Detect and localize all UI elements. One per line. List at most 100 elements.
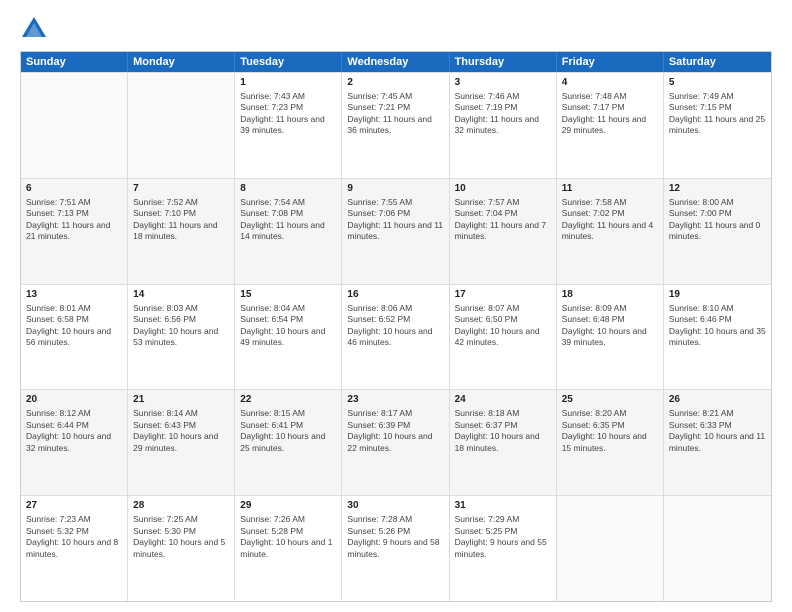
calendar-cell: 1Sunrise: 7:43 AMSunset: 7:23 PMDaylight… bbox=[235, 73, 342, 178]
cell-info: Sunrise: 7:28 AMSunset: 5:26 PMDaylight:… bbox=[347, 514, 443, 560]
calendar-body: 1Sunrise: 7:43 AMSunset: 7:23 PMDaylight… bbox=[21, 72, 771, 601]
day-number: 29 bbox=[240, 499, 336, 513]
calendar: SundayMondayTuesdayWednesdayThursdayFrid… bbox=[20, 51, 772, 602]
day-number: 13 bbox=[26, 288, 122, 302]
day-number: 14 bbox=[133, 288, 229, 302]
cell-info: Sunrise: 8:18 AMSunset: 6:37 PMDaylight:… bbox=[455, 408, 551, 454]
calendar-cell: 9Sunrise: 7:55 AMSunset: 7:06 PMDaylight… bbox=[342, 179, 449, 284]
calendar-week-4: 20Sunrise: 8:12 AMSunset: 6:44 PMDayligh… bbox=[21, 389, 771, 495]
calendar-cell bbox=[557, 496, 664, 601]
calendar-cell: 29Sunrise: 7:26 AMSunset: 5:28 PMDayligh… bbox=[235, 496, 342, 601]
calendar-cell: 7Sunrise: 7:52 AMSunset: 7:10 PMDaylight… bbox=[128, 179, 235, 284]
cell-info: Sunrise: 7:51 AMSunset: 7:13 PMDaylight:… bbox=[26, 197, 122, 243]
calendar-cell: 27Sunrise: 7:23 AMSunset: 5:32 PMDayligh… bbox=[21, 496, 128, 601]
day-number: 21 bbox=[133, 393, 229, 407]
logo-icon bbox=[20, 15, 48, 43]
day-number: 7 bbox=[133, 182, 229, 196]
calendar-cell: 31Sunrise: 7:29 AMSunset: 5:25 PMDayligh… bbox=[450, 496, 557, 601]
day-number: 1 bbox=[240, 76, 336, 90]
day-header-wednesday: Wednesday bbox=[342, 52, 449, 72]
cell-info: Sunrise: 7:49 AMSunset: 7:15 PMDaylight:… bbox=[669, 91, 766, 137]
day-header-friday: Friday bbox=[557, 52, 664, 72]
cell-info: Sunrise: 7:48 AMSunset: 7:17 PMDaylight:… bbox=[562, 91, 658, 137]
day-number: 5 bbox=[669, 76, 766, 90]
calendar-cell: 15Sunrise: 8:04 AMSunset: 6:54 PMDayligh… bbox=[235, 285, 342, 390]
cell-info: Sunrise: 7:46 AMSunset: 7:19 PMDaylight:… bbox=[455, 91, 551, 137]
cell-info: Sunrise: 7:57 AMSunset: 7:04 PMDaylight:… bbox=[455, 197, 551, 243]
cell-info: Sunrise: 7:43 AMSunset: 7:23 PMDaylight:… bbox=[240, 91, 336, 137]
cell-info: Sunrise: 8:09 AMSunset: 6:48 PMDaylight:… bbox=[562, 303, 658, 349]
cell-info: Sunrise: 8:12 AMSunset: 6:44 PMDaylight:… bbox=[26, 408, 122, 454]
cell-info: Sunrise: 8:20 AMSunset: 6:35 PMDaylight:… bbox=[562, 408, 658, 454]
cell-info: Sunrise: 8:07 AMSunset: 6:50 PMDaylight:… bbox=[455, 303, 551, 349]
day-number: 8 bbox=[240, 182, 336, 196]
cell-info: Sunrise: 7:55 AMSunset: 7:06 PMDaylight:… bbox=[347, 197, 443, 243]
cell-info: Sunrise: 7:23 AMSunset: 5:32 PMDaylight:… bbox=[26, 514, 122, 560]
calendar-cell bbox=[21, 73, 128, 178]
day-number: 17 bbox=[455, 288, 551, 302]
calendar-cell: 18Sunrise: 8:09 AMSunset: 6:48 PMDayligh… bbox=[557, 285, 664, 390]
cell-info: Sunrise: 8:21 AMSunset: 6:33 PMDaylight:… bbox=[669, 408, 766, 454]
calendar-cell: 30Sunrise: 7:28 AMSunset: 5:26 PMDayligh… bbox=[342, 496, 449, 601]
day-number: 18 bbox=[562, 288, 658, 302]
cell-info: Sunrise: 8:14 AMSunset: 6:43 PMDaylight:… bbox=[133, 408, 229, 454]
day-number: 26 bbox=[669, 393, 766, 407]
day-number: 10 bbox=[455, 182, 551, 196]
calendar-cell: 13Sunrise: 8:01 AMSunset: 6:58 PMDayligh… bbox=[21, 285, 128, 390]
cell-info: Sunrise: 8:03 AMSunset: 6:56 PMDaylight:… bbox=[133, 303, 229, 349]
day-number: 12 bbox=[669, 182, 766, 196]
page: SundayMondayTuesdayWednesdayThursdayFrid… bbox=[0, 0, 792, 612]
day-number: 25 bbox=[562, 393, 658, 407]
cell-info: Sunrise: 7:25 AMSunset: 5:30 PMDaylight:… bbox=[133, 514, 229, 560]
cell-info: Sunrise: 8:01 AMSunset: 6:58 PMDaylight:… bbox=[26, 303, 122, 349]
cell-info: Sunrise: 7:54 AMSunset: 7:08 PMDaylight:… bbox=[240, 197, 336, 243]
day-header-sunday: Sunday bbox=[21, 52, 128, 72]
day-number: 22 bbox=[240, 393, 336, 407]
cell-info: Sunrise: 7:58 AMSunset: 7:02 PMDaylight:… bbox=[562, 197, 658, 243]
calendar-cell bbox=[664, 496, 771, 601]
day-number: 27 bbox=[26, 499, 122, 513]
calendar-cell: 6Sunrise: 7:51 AMSunset: 7:13 PMDaylight… bbox=[21, 179, 128, 284]
day-header-thursday: Thursday bbox=[450, 52, 557, 72]
day-number: 24 bbox=[455, 393, 551, 407]
cell-info: Sunrise: 8:04 AMSunset: 6:54 PMDaylight:… bbox=[240, 303, 336, 349]
day-number: 28 bbox=[133, 499, 229, 513]
cell-info: Sunrise: 8:10 AMSunset: 6:46 PMDaylight:… bbox=[669, 303, 766, 349]
calendar-week-1: 1Sunrise: 7:43 AMSunset: 7:23 PMDaylight… bbox=[21, 72, 771, 178]
day-number: 2 bbox=[347, 76, 443, 90]
cell-info: Sunrise: 7:45 AMSunset: 7:21 PMDaylight:… bbox=[347, 91, 443, 137]
day-header-saturday: Saturday bbox=[664, 52, 771, 72]
calendar-cell: 5Sunrise: 7:49 AMSunset: 7:15 PMDaylight… bbox=[664, 73, 771, 178]
calendar-cell: 2Sunrise: 7:45 AMSunset: 7:21 PMDaylight… bbox=[342, 73, 449, 178]
calendar-cell: 17Sunrise: 8:07 AMSunset: 6:50 PMDayligh… bbox=[450, 285, 557, 390]
calendar-header: SundayMondayTuesdayWednesdayThursdayFrid… bbox=[21, 52, 771, 72]
calendar-cell: 11Sunrise: 7:58 AMSunset: 7:02 PMDayligh… bbox=[557, 179, 664, 284]
calendar-week-3: 13Sunrise: 8:01 AMSunset: 6:58 PMDayligh… bbox=[21, 284, 771, 390]
day-number: 23 bbox=[347, 393, 443, 407]
calendar-week-2: 6Sunrise: 7:51 AMSunset: 7:13 PMDaylight… bbox=[21, 178, 771, 284]
calendar-cell: 20Sunrise: 8:12 AMSunset: 6:44 PMDayligh… bbox=[21, 390, 128, 495]
calendar-cell: 21Sunrise: 8:14 AMSunset: 6:43 PMDayligh… bbox=[128, 390, 235, 495]
day-number: 6 bbox=[26, 182, 122, 196]
day-number: 9 bbox=[347, 182, 443, 196]
header bbox=[20, 15, 772, 43]
day-number: 16 bbox=[347, 288, 443, 302]
calendar-cell: 12Sunrise: 8:00 AMSunset: 7:00 PMDayligh… bbox=[664, 179, 771, 284]
cell-info: Sunrise: 8:00 AMSunset: 7:00 PMDaylight:… bbox=[669, 197, 766, 243]
calendar-cell: 19Sunrise: 8:10 AMSunset: 6:46 PMDayligh… bbox=[664, 285, 771, 390]
day-number: 19 bbox=[669, 288, 766, 302]
calendar-cell: 25Sunrise: 8:20 AMSunset: 6:35 PMDayligh… bbox=[557, 390, 664, 495]
day-number: 3 bbox=[455, 76, 551, 90]
calendar-cell: 14Sunrise: 8:03 AMSunset: 6:56 PMDayligh… bbox=[128, 285, 235, 390]
day-number: 4 bbox=[562, 76, 658, 90]
day-number: 15 bbox=[240, 288, 336, 302]
day-number: 31 bbox=[455, 499, 551, 513]
calendar-cell: 22Sunrise: 8:15 AMSunset: 6:41 PMDayligh… bbox=[235, 390, 342, 495]
calendar-cell: 10Sunrise: 7:57 AMSunset: 7:04 PMDayligh… bbox=[450, 179, 557, 284]
calendar-week-5: 27Sunrise: 7:23 AMSunset: 5:32 PMDayligh… bbox=[21, 495, 771, 601]
calendar-cell: 3Sunrise: 7:46 AMSunset: 7:19 PMDaylight… bbox=[450, 73, 557, 178]
calendar-cell: 24Sunrise: 8:18 AMSunset: 6:37 PMDayligh… bbox=[450, 390, 557, 495]
calendar-cell: 23Sunrise: 8:17 AMSunset: 6:39 PMDayligh… bbox=[342, 390, 449, 495]
cell-info: Sunrise: 8:17 AMSunset: 6:39 PMDaylight:… bbox=[347, 408, 443, 454]
logo bbox=[20, 15, 52, 43]
